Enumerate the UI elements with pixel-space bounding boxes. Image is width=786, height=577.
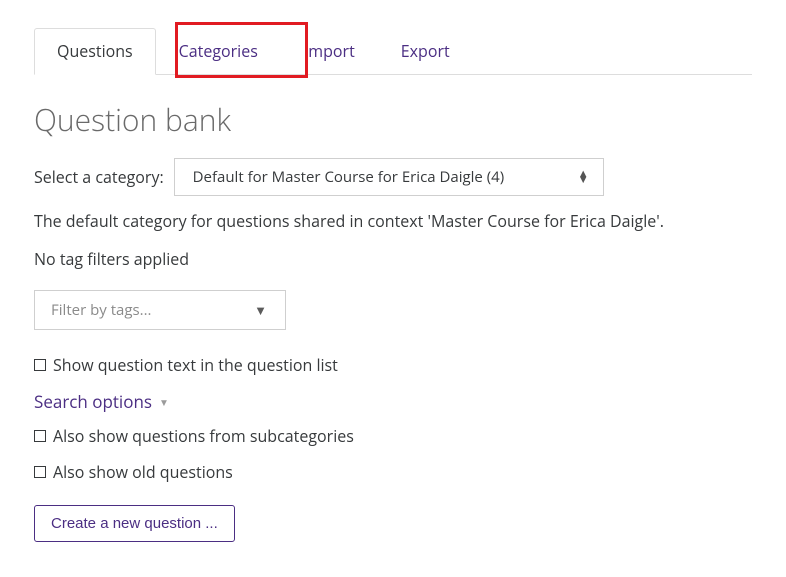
category-description: The default category for questions share… [34,210,752,232]
show-old-label: Also show old questions [53,461,233,483]
collapse-caret-icon: ▼ [159,395,169,409]
show-old-checkbox[interactable] [34,466,46,478]
page-title: Question bank [34,99,752,140]
show-subcategories-option: Also show questions from subcategories [34,425,752,447]
category-select[interactable]: Default for Master Course for Erica Daig… [174,158,604,196]
filter-by-tags-input[interactable]: Filter by tags... ▼ [34,290,286,330]
tab-questions[interactable]: Questions [34,28,156,75]
chevron-down-icon: ▼ [254,301,267,319]
create-question-button[interactable]: Create a new question ... [34,505,235,542]
category-row: Select a category: Default for Master Co… [34,158,752,196]
tab-import[interactable]: Import [281,28,378,75]
tab-categories[interactable]: Categories [156,28,281,75]
show-subcategories-checkbox[interactable] [34,430,46,442]
tab-export[interactable]: Export [378,28,473,75]
search-options-toggle[interactable]: Search options ▼ [34,390,752,413]
show-question-text-label: Show question text in the question list [53,354,338,376]
show-subcategories-label: Also show questions from subcategories [53,425,354,447]
category-select-value: Default for Master Course for Erica Daig… [193,167,505,187]
show-old-option: Also show old questions [34,461,752,483]
question-bank-page: Questions Categories Import Export Quest… [0,0,786,562]
filter-placeholder: Filter by tags... [51,300,152,320]
show-question-text-checkbox[interactable] [34,359,46,371]
tag-filter-status: No tag filters applied [34,248,752,270]
select-caret-icon: ▲▼ [578,171,589,183]
search-options-label: Search options [34,390,152,413]
show-question-text-option: Show question text in the question list [34,354,752,376]
tab-bar: Questions Categories Import Export [34,28,752,75]
category-label: Select a category: [34,166,164,188]
